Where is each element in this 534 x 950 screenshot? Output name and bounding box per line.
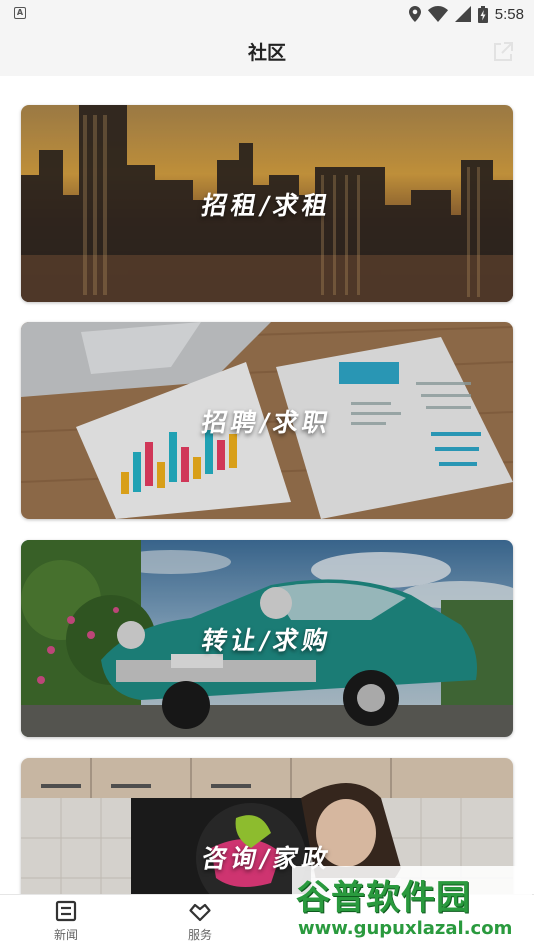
card-label: 招租/求租: [199, 190, 334, 220]
status-time: 5:58: [494, 5, 524, 23]
watermark: 谷普软件园 www.gupuxlazal.com: [292, 866, 532, 946]
nav-label: 新闻: [53, 928, 78, 942]
card-trade[interactable]: 转让/求购: [21, 540, 513, 737]
watermark-text: 谷普软件园: [296, 878, 471, 918]
news-icon: [55, 900, 77, 922]
nav-item-service[interactable]: 服务: [160, 899, 240, 947]
status-icons: 5:58: [408, 4, 524, 24]
card-label: 招聘/求职: [199, 407, 334, 437]
location-icon: [408, 6, 421, 22]
page-title: 社区: [247, 42, 286, 64]
card-rent[interactable]: 招租/求租: [21, 105, 513, 302]
community-card-list: 招租/求租 招聘/求职 转让/求购 咨询/家政: [0, 76, 534, 894]
status-bar: A 5:58: [0, 0, 534, 28]
notification-icon: A: [14, 7, 26, 19]
nav-label: 服务: [187, 928, 212, 942]
battery-charging-icon: [477, 5, 488, 23]
nav-item-news[interactable]: 新闻: [26, 899, 106, 947]
screen: A 5:58 社区 招租/求租 招聘/求职 转让/求购 咨询/家政 新闻 服务 …: [0, 0, 534, 950]
service-heart-icon: [189, 903, 211, 922]
card-label: 转让/求购: [199, 625, 334, 655]
watermark-url: www.gupuxlazal.com: [298, 918, 513, 939]
app-header: 社区: [0, 28, 534, 76]
signal-icon: [454, 6, 471, 22]
wifi-icon: [427, 6, 448, 22]
share-icon[interactable]: [492, 41, 514, 63]
card-jobs[interactable]: 招聘/求职: [21, 322, 513, 519]
